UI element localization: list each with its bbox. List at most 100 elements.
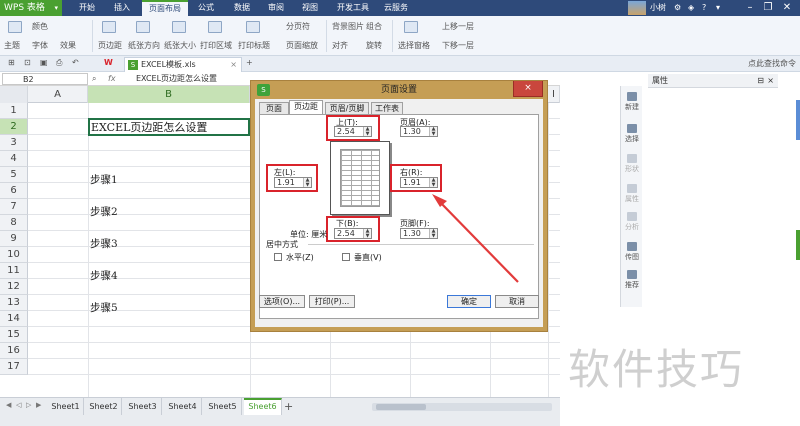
document-tab[interactable]: S EXCEL模板.xls × xyxy=(124,57,242,72)
select-all-corner[interactable] xyxy=(0,86,28,103)
row-header-8[interactable]: 8 xyxy=(0,215,28,231)
scroll-thumb[interactable] xyxy=(376,404,426,410)
tab-cloud[interactable]: 云服务 xyxy=(378,0,414,16)
paper-size-button[interactable]: 纸张大小 xyxy=(164,40,196,51)
tab-view[interactable]: 视图 xyxy=(294,0,326,16)
horizontal-scrollbar[interactable] xyxy=(372,403,552,411)
row-header-3[interactable]: 3 xyxy=(0,135,28,151)
help-icon[interactable]: ? xyxy=(702,1,706,15)
print-area-button[interactable]: 打印区域 xyxy=(200,40,232,51)
row-header-14[interactable]: 14 xyxy=(0,311,28,327)
row-header-7[interactable]: 7 xyxy=(0,199,28,215)
tab-developer[interactable]: 开发工具 xyxy=(330,0,376,16)
avatar[interactable] xyxy=(628,1,646,15)
minimize-icon[interactable]: – xyxy=(742,0,758,16)
first-sheet-icon[interactable]: ◀ xyxy=(6,401,11,409)
undo-icon[interactable]: ↶ xyxy=(72,58,79,67)
dialog-close-button[interactable]: × xyxy=(513,81,543,97)
shape-side-button[interactable]: 形状 xyxy=(621,154,643,174)
vertical-center-checkbox[interactable] xyxy=(342,253,350,261)
user-area[interactable]: 小树 ⚙ ◈ ? ▾ xyxy=(628,1,728,15)
page-zoom-button[interactable]: 页面缩放 xyxy=(286,40,318,51)
save-icon[interactable]: ▣ xyxy=(40,58,48,67)
tab-home[interactable]: 开始 xyxy=(70,0,104,16)
analyze-side-button[interactable]: 分析 xyxy=(621,212,643,232)
formula-input[interactable]: EXCEL页边距怎么设置 xyxy=(136,72,217,86)
tab-review[interactable]: 审阅 xyxy=(260,0,292,16)
column-header-a[interactable]: A xyxy=(28,86,88,103)
chevron-down-icon[interactable]: ▾ xyxy=(716,1,720,15)
spinner-arrows-icon[interactable]: ▲ ▼ xyxy=(429,127,437,136)
row-header-5[interactable]: 5 xyxy=(0,167,28,183)
effects-button[interactable]: 效果 xyxy=(60,40,76,51)
cell-b7[interactable]: 步骤2 xyxy=(90,204,118,219)
sheet-tab-sheet1[interactable]: Sheet1 xyxy=(48,398,84,415)
add-tab-icon[interactable]: + xyxy=(246,58,253,67)
row-header-10[interactable]: 10 xyxy=(0,247,28,263)
row-header-17[interactable]: 17 xyxy=(0,359,28,375)
close-icon[interactable]: ✕ xyxy=(779,0,795,16)
print-button[interactable]: 打印(P)... xyxy=(309,295,355,308)
close-pane-icon[interactable]: × xyxy=(767,74,774,88)
cell-b9[interactable]: 步骤3 xyxy=(90,236,118,251)
row-header-12[interactable]: 12 xyxy=(0,279,28,295)
bring-forward-button[interactable]: 上移一层 xyxy=(442,21,474,32)
selected-cell-b2[interactable]: EXCEL页边距怎么设置 xyxy=(88,118,250,136)
pane-scrollbar[interactable] xyxy=(796,100,800,140)
selection-pane-button[interactable]: 选择窗格 xyxy=(398,40,430,51)
theme-button[interactable]: 主题 xyxy=(4,40,20,51)
row-header-11[interactable]: 11 xyxy=(0,263,28,279)
fonts-button[interactable]: 字体 xyxy=(32,40,48,51)
cell-b11[interactable]: 步骤4 xyxy=(90,268,118,283)
tab-formulas[interactable]: 公式 xyxy=(190,0,222,16)
ok-button[interactable]: 确定 xyxy=(447,295,491,308)
tab-header-footer[interactable]: 页眉/页脚 xyxy=(325,102,369,114)
horizontal-center-label[interactable]: 水平(Z) xyxy=(286,252,314,263)
command-search-hint[interactable]: 点此查找命令 xyxy=(748,57,796,71)
row-header-13[interactable]: 13 xyxy=(0,295,28,311)
footer-margin-input[interactable]: 1.30 ▲ ▼ xyxy=(400,228,438,239)
row-header-16[interactable]: 16 xyxy=(0,343,28,359)
cell-b5[interactable]: 步骤1 xyxy=(90,172,118,187)
print-titles-button[interactable]: 打印标题 xyxy=(238,40,270,51)
header-margin-input[interactable]: 1.30 ▲ ▼ xyxy=(400,126,438,137)
fx-icon[interactable]: fx xyxy=(108,72,116,86)
page-breaks-button[interactable]: 分页符 xyxy=(286,21,310,32)
prev-sheet-icon[interactable]: ◁ xyxy=(16,401,21,409)
row-header-2[interactable]: 2 xyxy=(0,119,28,135)
close-tab-icon[interactable]: × xyxy=(230,58,237,72)
tab-data[interactable]: 数据 xyxy=(226,0,258,16)
last-sheet-icon[interactable]: ▶ xyxy=(36,401,41,409)
options-button[interactable]: 选项(O)... xyxy=(259,295,305,308)
restore-icon[interactable]: ❐ xyxy=(760,0,776,16)
rotate-button[interactable]: 旋转 xyxy=(366,40,382,51)
open-icon[interactable]: ⊡ xyxy=(24,58,31,67)
column-header-i[interactable]: I xyxy=(548,86,560,103)
print-icon[interactable]: ⎙ xyxy=(56,58,62,68)
sheet-tab-sheet4[interactable]: Sheet4 xyxy=(164,398,202,415)
property-side-button[interactable]: 属性 xyxy=(621,184,643,204)
zoom-search-icon[interactable]: ⌕ xyxy=(92,74,96,84)
tab-insert[interactable]: 插入 xyxy=(106,0,138,16)
margins-button[interactable]: 页边距 xyxy=(98,40,122,51)
sheet-tab-sheet2[interactable]: Sheet2 xyxy=(86,398,122,415)
properties-header[interactable]: 属性 ⊟ × xyxy=(648,74,778,88)
orientation-button[interactable]: 纸张方向 xyxy=(128,40,160,51)
tab-page-layout[interactable]: 页面布局 xyxy=(142,0,188,16)
vertical-center-label[interactable]: 垂直(V) xyxy=(354,252,382,263)
name-box[interactable]: B2 xyxy=(2,73,88,85)
align-button[interactable]: 对齐 xyxy=(332,40,348,51)
row-header-15[interactable]: 15 xyxy=(0,327,28,343)
pin-icon[interactable]: ⊟ xyxy=(757,74,764,88)
row-header-4[interactable]: 4 xyxy=(0,151,28,167)
tab-worksheet[interactable]: 工作表 xyxy=(371,102,403,114)
add-sheet-button[interactable]: + xyxy=(284,398,293,415)
colors-button[interactable]: 颜色 xyxy=(32,21,48,32)
row-header-6[interactable]: 6 xyxy=(0,183,28,199)
tab-margins[interactable]: 页边距 xyxy=(289,100,323,114)
sheet-tab-sheet5[interactable]: Sheet5 xyxy=(204,398,242,415)
select-side-button[interactable]: 选择 xyxy=(621,124,643,144)
new-icon[interactable]: ⊞ xyxy=(8,58,15,67)
cancel-button[interactable]: 取消 xyxy=(495,295,539,308)
next-sheet-icon[interactable]: ▷ xyxy=(26,401,31,409)
